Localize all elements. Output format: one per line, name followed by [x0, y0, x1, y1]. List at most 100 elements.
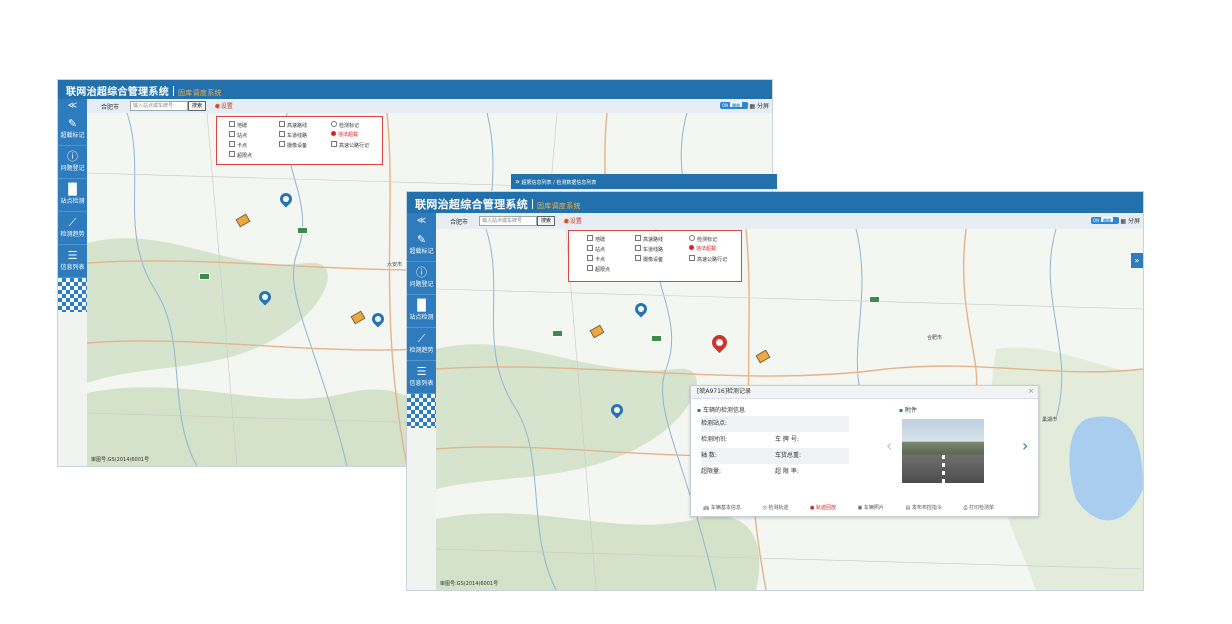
next-photo-button[interactable]: › — [1022, 436, 1028, 455]
layer-toggle[interactable]: ON 图层 — [720, 102, 748, 109]
toolbar: ≪ 合肥市 输入站点或车牌号 搜索 ✹设置 ON 图层 ▦ 分屏 — [58, 99, 772, 114]
legend-item[interactable]: 站点 — [587, 245, 605, 253]
info-row: 超限量: 超 限 率: — [701, 468, 799, 475]
legend-item[interactable]: 检测标记 — [331, 121, 359, 129]
legend-item[interactable]: 摄像设备 — [279, 141, 307, 149]
question-icon: ⓘ — [416, 266, 427, 279]
photo-action[interactable]: ▣ 车辆照片 — [858, 505, 894, 511]
highway-sign — [869, 296, 880, 303]
layer-legend-panel: 地磅 站点 卡点 超限点 高速路线 车道线路 摄像设备 检测标记 违法超载 高速… — [568, 230, 742, 282]
vehicle-info-heading: ▪ 车辆的检测信息 — [697, 407, 746, 414]
legend-item[interactable]: 站点 — [229, 131, 247, 139]
legend-item[interactable]: 超限点 — [587, 265, 610, 273]
legend-item[interactable]: 超限点 — [229, 151, 252, 159]
bar-chart-icon: ▐▌ — [413, 299, 430, 312]
collapse-sidebar-button[interactable]: ≪ — [407, 213, 436, 229]
legend-item[interactable]: 检测标记 — [689, 235, 717, 243]
sidebar: ✎ 超载标记 ⓘ 问题登记 ▐▌ 站点检测 ⟋ 检测趋势 ☰ 信息列表 — [407, 229, 436, 590]
layer-legend-panel: 地磅 站点 卡点 超限点 高速路线 车道线路 摄像设备 检测标记 违法超载 高速… — [216, 116, 383, 165]
sidebar-item-station[interactable]: ▐▌ 站点检测 — [407, 295, 436, 328]
map-copyright: 审图号:GS(2014)6001号 — [91, 457, 150, 463]
print-action[interactable]: ⎙ 打印检测单 — [963, 505, 1004, 511]
close-icon[interactable]: × — [1028, 387, 1034, 395]
split-screen-button[interactable]: ▦ 分屏 — [749, 101, 769, 110]
trend-icon: ⟋ — [68, 216, 77, 229]
question-icon: ⓘ — [67, 150, 78, 163]
place-label: 巢湖市 — [1042, 417, 1058, 423]
search-input[interactable]: 输入站点或车牌号 — [479, 216, 537, 226]
app-title: 联网治超综合管理系统 固库调度系统 — [66, 86, 222, 98]
sidebar-pattern — [407, 394, 436, 428]
app-subtitle: 固库调度系统 — [537, 202, 581, 210]
legend-item[interactable]: 地磅 — [587, 235, 605, 243]
vehicle-photo[interactable] — [902, 419, 984, 483]
city-label[interactable]: 合肥市 — [450, 217, 468, 226]
replay-action[interactable]: ● 轨迹回放 — [810, 505, 846, 511]
settings-button[interactable]: ✹设置 — [563, 216, 582, 226]
sidebar-item-list[interactable]: ☰ 信息列表 — [58, 245, 87, 278]
dispatch-action[interactable]: ▤ 发布布控指令 — [906, 505, 952, 511]
search-button[interactable]: 搜索 — [188, 101, 207, 111]
legend-item[interactable]: 高速公路行记 — [331, 141, 369, 149]
popup-title: [皖A9716]检测记录 — [691, 386, 1038, 399]
sidebar-item-issue[interactable]: ⓘ 问题登记 — [58, 146, 87, 179]
app-title: 联网治超综合管理系统 固库调度系统 — [415, 198, 581, 211]
legend-item[interactable]: 车道线路 — [279, 131, 307, 139]
legend-item[interactable]: 违法超载 — [331, 131, 358, 138]
search-button[interactable]: 搜索 — [537, 216, 556, 226]
settings-button[interactable]: ✹设置 — [214, 101, 233, 111]
toolbar: ≪ 合肥市 输入站点或车牌号 搜索 ✹设置 ON 图层 ▦ 分屏 — [407, 213, 1143, 230]
collapse-sidebar-button[interactable]: ≪ — [58, 99, 87, 113]
highway-sign — [199, 273, 210, 280]
sidebar: ✎ 超载标记 ⓘ 问题登记 ▐▌ 站点检测 ⟋ 检测趋势 ☰ 信息列表 — [58, 113, 87, 466]
list-window-breadcrumb: » 超限信息列表 / 检测数据信息列表 — [511, 174, 777, 189]
legend-item[interactable]: 卡点 — [229, 141, 247, 149]
gear-icon: ✹ — [563, 217, 570, 226]
info-row: 检测时间: 车 牌 号: — [701, 436, 799, 443]
legend-item[interactable]: 高速路线 — [279, 121, 307, 129]
legend-item[interactable]: 摄像设备 — [635, 255, 663, 263]
info-row: 检测站点: — [701, 416, 849, 432]
sidebar-pattern — [58, 278, 87, 312]
gear-icon: ✹ — [214, 102, 221, 111]
highway-sign — [297, 227, 308, 234]
place-label: 合肥市 — [927, 335, 943, 341]
title-bar: 联网治超综合管理系统 固库调度系统 — [58, 80, 772, 99]
highway-sign — [651, 335, 662, 342]
sidebar-item-issue[interactable]: ⓘ 问题登记 — [407, 262, 436, 295]
search-input[interactable]: 输入站点或车牌号 — [130, 101, 188, 111]
legend-item[interactable]: 地磅 — [229, 121, 247, 129]
prev-photo-button[interactable]: ‹ — [886, 436, 892, 455]
place-label: 六安市 — [387, 262, 403, 268]
sidebar-item-trend[interactable]: ⟋ 检测趋势 — [407, 328, 436, 361]
city-label[interactable]: 合肥市 — [101, 102, 119, 111]
attachment-heading: ▪ 附件 — [899, 407, 918, 414]
popup-actions: 🚌 车辆基本信息 ◷ 检测轨迹 ● 轨迹回放 ▣ 车辆照片 ▤ 发布布控指令 ⎙… — [703, 504, 1014, 511]
vehicle-info-action[interactable]: 🚌 车辆基本信息 — [703, 505, 751, 511]
legend-item[interactable]: 车道线路 — [635, 245, 663, 253]
expand-panel-button[interactable]: » — [1131, 253, 1143, 268]
sidebar-item-overload[interactable]: ✎ 超载标记 — [58, 113, 87, 146]
highway-sign — [552, 330, 563, 337]
sidebar-item-trend[interactable]: ⟋ 检测趋势 — [58, 212, 87, 245]
detection-record-popup: [皖A9716]检测记录 × ▪ 车辆的检测信息 ▪ 附件 检测站点: 检测时间… — [690, 385, 1039, 517]
vehicle-info-table: 检测站点: 检测时间: 车 牌 号: 轴 数: 车货总重: 超限量: 超 限 率: — [701, 416, 849, 480]
legend-item[interactable]: 卡点 — [587, 255, 605, 263]
layer-toggle[interactable]: ON 图层 — [1091, 217, 1119, 224]
foreground-window: » 超限信息列表 / 检测数据信息列表 联网治超综合管理系统 固库调度系统 ≪ 合… — [407, 174, 1143, 590]
title-bar: 联网治超综合管理系统 固库调度系统 — [407, 192, 1143, 213]
trend-icon: ⟋ — [417, 332, 426, 345]
legend-item[interactable]: 高速公路行记 — [689, 255, 727, 263]
track-action[interactable]: ◷ 检测轨迹 — [762, 505, 798, 511]
edit-icon: ✎ — [67, 117, 78, 130]
legend-item[interactable]: 高速路线 — [635, 235, 663, 243]
legend-item[interactable]: 违法超载 — [689, 245, 716, 252]
sidebar-item-list[interactable]: ☰ 信息列表 — [407, 361, 436, 394]
split-screen-button[interactable]: ▦ 分屏 — [1120, 216, 1140, 225]
bar-chart-icon: ▐▌ — [64, 183, 81, 196]
map-copyright: 审图号:GS(2014)6001号 — [440, 581, 499, 587]
sidebar-item-station[interactable]: ▐▌ 站点检测 — [58, 179, 87, 212]
info-row: 轴 数: 车货总重: — [701, 448, 849, 464]
sidebar-item-overload[interactable]: ✎ 超载标记 — [407, 229, 436, 262]
list-icon: ☰ — [416, 365, 427, 378]
